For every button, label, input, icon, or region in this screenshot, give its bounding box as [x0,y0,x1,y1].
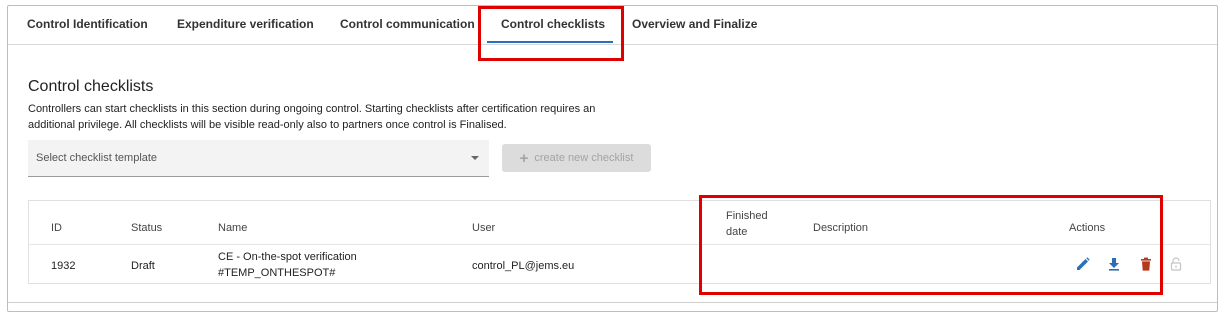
section-description: Controllers can start checklists in this… [28,103,596,131]
highlight-box-tab [478,6,624,61]
column-header-status: Status [131,222,163,234]
cell-id: 1932 [51,260,76,272]
column-header-name: Name [218,222,248,234]
tab-expenditure-verification[interactable]: Expenditure verification [177,17,314,31]
create-new-checklist-button[interactable]: + create new checklist [502,144,651,172]
column-header-id: ID [51,222,62,234]
tab-overview-and-finalize[interactable]: Overview and Finalize [632,17,757,31]
cell-user: control_PL@jems.eu [472,260,575,272]
cell-name-line2: #TEMP_ONTHESPOT# [218,267,336,279]
page-title: Control checklists [28,78,154,95]
lock-open-icon [1168,256,1184,272]
checklist-template-select[interactable]: Select checklist template [28,140,489,177]
tab-control-communication[interactable]: Control communication [340,17,475,31]
bottom-divider [8,302,1217,303]
highlight-box-columns [699,195,1163,295]
plus-icon: + [519,149,529,167]
column-header-user: User [472,222,496,234]
create-button-label: create new checklist [534,152,634,164]
cell-status: Draft [131,260,155,272]
tab-control-identification[interactable]: Control Identification [27,17,148,31]
select-placeholder: Select checklist template [36,152,158,164]
cell-name-line1: CE - On-the-spot verification [218,251,357,263]
dropdown-arrow-icon [471,156,479,160]
